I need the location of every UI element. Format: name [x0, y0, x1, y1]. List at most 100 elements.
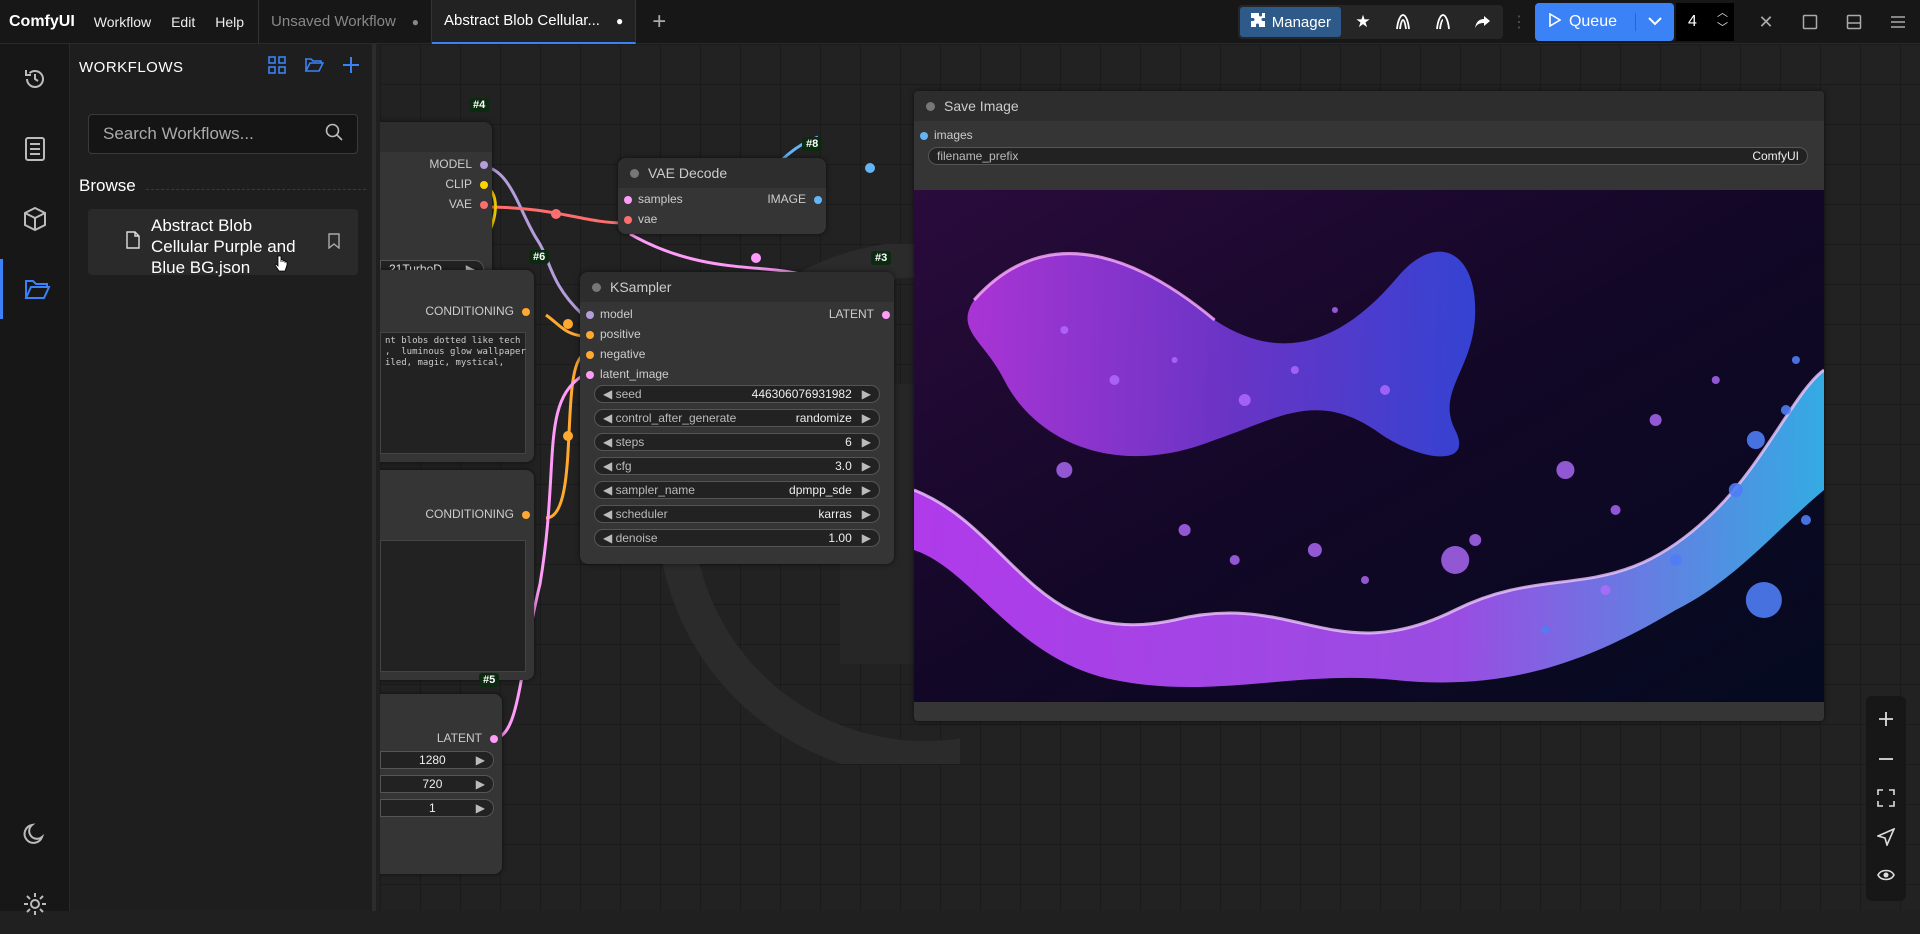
bookmark-icon[interactable] [328, 233, 340, 254]
ksampler-node[interactable]: KSampler model positive negative latent_… [580, 272, 894, 564]
output-conditioning-port[interactable] [522, 308, 530, 316]
filename-prefix-widget[interactable]: filename_prefix ComfyUI [928, 147, 1808, 165]
input-latent-image-port[interactable] [586, 371, 594, 379]
tab-unsaved-workflow[interactable]: Unsaved Workflow ● [258, 0, 433, 44]
control-after-generate-value: randomize [795, 411, 852, 425]
send-pointer-icon[interactable] [1875, 827, 1896, 851]
prompt-textarea[interactable] [380, 540, 526, 672]
input-vae-port[interactable] [624, 216, 632, 224]
arrow-right-icon[interactable]: ▶ [852, 483, 871, 497]
queue-count-input[interactable]: 4 ︿ ﹀ [1676, 3, 1734, 41]
menu-help[interactable]: Help [205, 14, 258, 30]
node-title[interactable]: Save Image [914, 91, 1824, 121]
hamburger-menu-icon[interactable] [1876, 0, 1920, 44]
empty-latent-image-node[interactable]: LATENT 1280 ▶ 720 ▶ 1 ▶ [380, 694, 502, 874]
width-widget[interactable]: 1280 ▶ [380, 751, 494, 769]
node-library-icon[interactable] [0, 119, 70, 179]
node-title[interactable]: KSampler [580, 272, 894, 302]
search-icon [325, 123, 343, 146]
tab-abstract-blob[interactable]: Abstract Blob Cellular... ● [432, 0, 637, 44]
height-widget[interactable]: 720 ▶ [380, 775, 494, 793]
arrow-left-icon[interactable]: ◀ [603, 531, 616, 545]
node-title[interactable]: VAE Decode [618, 158, 826, 188]
search-input[interactable] [103, 124, 313, 144]
denoise-widget[interactable]: ◀ denoise 1.00 ▶ [594, 529, 880, 547]
output-model-port[interactable] [480, 161, 488, 169]
output-vae-label: VAE [448, 197, 472, 211]
nodes-map-icon[interactable] [1383, 7, 1423, 37]
input-images-port[interactable] [920, 132, 928, 140]
prompt-textarea[interactable]: nt blobs dotted like tech , luminous glo… [380, 332, 526, 454]
star-icon[interactable]: ★ [1343, 7, 1383, 37]
arrow-right-icon[interactable]: ▶ [852, 411, 871, 425]
zoom-out-icon[interactable] [1877, 750, 1895, 773]
input-samples-port[interactable] [624, 196, 632, 204]
unsaved-dot-icon[interactable]: ● [616, 14, 623, 28]
cfg-widget[interactable]: ◀ cfg 3.0 ▶ [594, 457, 880, 475]
output-latent-port[interactable] [490, 735, 498, 743]
manager-button[interactable]: Manager [1239, 7, 1341, 37]
arrow-right-icon[interactable]: ▶ [476, 777, 485, 791]
arrow-right-icon[interactable]: ▶ [852, 435, 871, 449]
open-folder-icon[interactable] [304, 56, 325, 79]
input-negative-port[interactable] [586, 351, 594, 359]
arrow-right-icon[interactable]: ▶ [852, 459, 871, 473]
arrow-left-icon[interactable]: ◀ [603, 507, 616, 521]
fit-view-icon[interactable] [1877, 789, 1895, 812]
queue-button[interactable]: Queue [1534, 3, 1674, 41]
width-value: 1280 [419, 753, 446, 767]
output-conditioning-port[interactable] [522, 511, 530, 519]
drag-handle-icon[interactable]: ⋮ [1511, 12, 1527, 32]
grid-view-icon[interactable] [268, 56, 286, 79]
steps-widget[interactable]: ◀ steps 6 ▶ [594, 433, 880, 451]
arrow-right-icon[interactable]: ▶ [476, 753, 485, 767]
arrow-right-icon[interactable]: ▶ [852, 387, 871, 401]
eye-icon[interactable] [1877, 868, 1895, 887]
graph-canvas[interactable]: #4 MODEL CLIP VAE 21TurboD... ▶ #6 CONDIT… [380, 44, 1920, 911]
bottom-panel-icon[interactable] [1832, 0, 1876, 44]
unsaved-dot-icon[interactable]: ● [412, 15, 419, 29]
settings-gear-icon[interactable] [0, 874, 70, 934]
output-vae-port[interactable] [480, 201, 488, 209]
arrow-right-icon[interactable]: ▶ [476, 801, 485, 815]
chevron-down-icon[interactable] [1635, 13, 1674, 31]
clip-text-encode-negative-node[interactable]: CONDITIONING [380, 470, 534, 680]
input-model-port[interactable] [586, 311, 594, 319]
menu-workflow[interactable]: Workflow [84, 14, 161, 30]
arrow-left-icon[interactable]: ◀ [603, 483, 616, 497]
focus-mode-icon[interactable] [1788, 0, 1832, 44]
add-workflow-icon[interactable] [342, 56, 360, 79]
nodes-map-alt-icon[interactable] [1423, 7, 1463, 37]
node-title-bar[interactable] [380, 122, 492, 152]
vae-decode-node[interactable]: VAE Decode samples vae IMAGE [618, 158, 826, 234]
arrow-left-icon[interactable]: ◀ [603, 459, 616, 473]
scheduler-widget[interactable]: ◀ scheduler karras ▶ [594, 505, 880, 523]
output-latent-port[interactable] [882, 311, 890, 319]
workflows-folder-icon[interactable] [0, 259, 70, 319]
queue-history-icon[interactable] [0, 49, 70, 109]
sampler-name-widget[interactable]: ◀ sampler_name dpmpp_sde ▶ [594, 481, 880, 499]
widget-label: denoise [615, 531, 658, 545]
close-icon[interactable]: ✕ [1744, 0, 1788, 44]
arrow-right-icon[interactable]: ▶ [852, 531, 871, 545]
clip-text-encode-positive-node[interactable]: CONDITIONING nt blobs dotted like tech ,… [380, 270, 534, 462]
arrow-right-icon[interactable]: ▶ [852, 507, 871, 521]
arrow-left-icon[interactable]: ◀ [603, 411, 616, 425]
output-image-port[interactable] [814, 196, 822, 204]
checkpoint-loader-node[interactable]: MODEL CLIP VAE 21TurboD... ▶ [380, 122, 492, 292]
moon-theme-icon[interactable] [0, 804, 70, 864]
input-positive-port[interactable] [586, 331, 594, 339]
control-after-generate-widget[interactable]: ◀ control_after_generate randomize ▶ [594, 409, 880, 427]
seed-widget[interactable]: ◀ seed 446306076931982 ▶ [594, 385, 880, 403]
workflow-file-item[interactable]: Abstract Blob Cellular Purple and Blue B… [88, 209, 358, 277]
new-tab-icon[interactable]: + [636, 8, 682, 36]
output-clip-port[interactable] [480, 181, 488, 189]
model-library-icon[interactable] [0, 189, 70, 249]
arrow-left-icon[interactable]: ◀ [603, 387, 616, 401]
menu-edit[interactable]: Edit [161, 14, 205, 30]
stepper-arrows-icon[interactable]: ︿ ﹀ [1717, 6, 1728, 36]
zoom-in-icon[interactable] [1877, 710, 1895, 733]
share-icon[interactable] [1463, 7, 1503, 37]
batch-size-widget[interactable]: 1 ▶ [380, 799, 494, 817]
arrow-left-icon[interactable]: ◀ [603, 435, 616, 449]
